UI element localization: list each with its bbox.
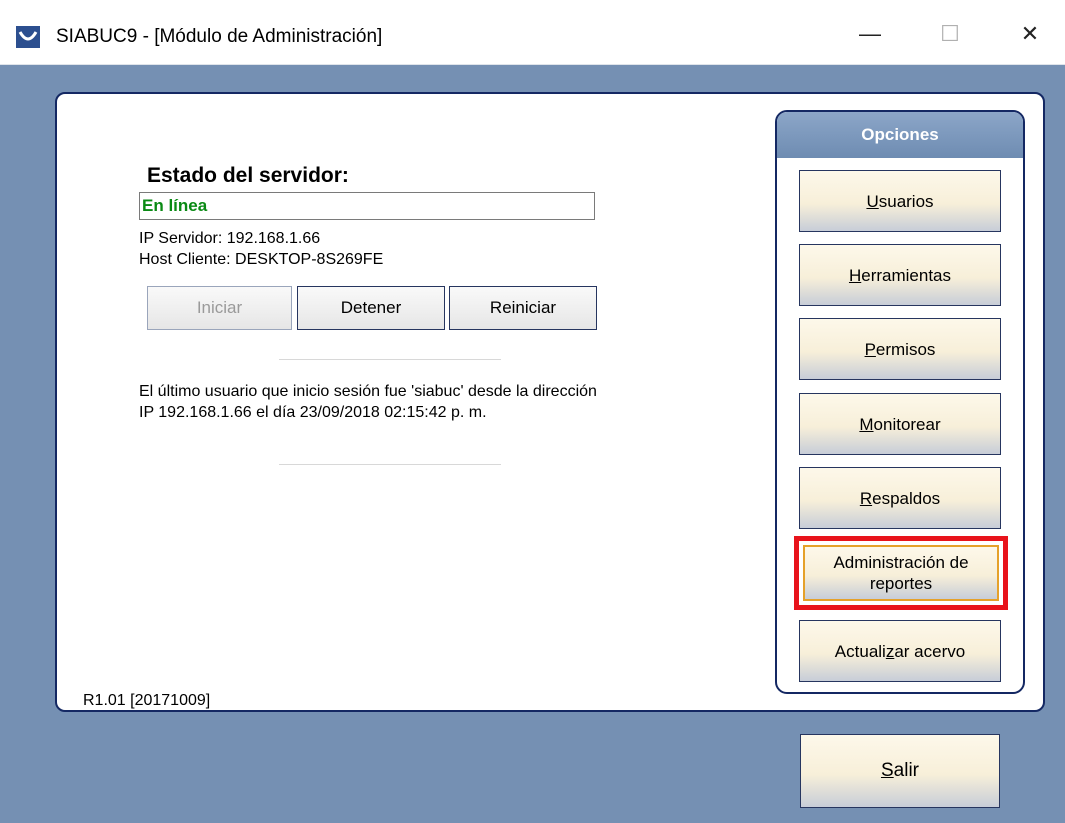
backups-label: Respaldos xyxy=(859,488,941,508)
close-icon: ✕ xyxy=(1020,21,1040,46)
monitor-label: Monitorear xyxy=(859,414,941,434)
update-collection-label: Actualizar acervo xyxy=(834,641,966,661)
stop-label: Detener xyxy=(340,298,402,317)
server-status-heading: Estado del servidor: xyxy=(147,164,349,187)
last-login-line1: El último usuario que inicio sesión fue … xyxy=(139,383,597,400)
exit-label: Salir xyxy=(880,760,920,781)
stop-server-button[interactable]: Detener xyxy=(297,286,445,330)
server-status-value: En línea xyxy=(142,196,208,215)
maximize-button[interactable]: ☐ xyxy=(920,14,980,54)
options-header: Opciones xyxy=(777,112,1023,158)
window-title: SIABUC9 - [Módulo de Administración] xyxy=(56,26,383,47)
last-login-line2: IP 192.168.1.66 el día 23/09/2018 02:15:… xyxy=(139,404,487,421)
report-admin-label: Administración de reportes xyxy=(833,553,969,593)
minimize-button[interactable]: — xyxy=(840,14,900,54)
permissions-button[interactable]: Permisos xyxy=(799,318,1001,380)
close-button[interactable]: ✕ xyxy=(1000,14,1060,54)
users-button[interactable]: Usuarios xyxy=(799,170,1001,232)
title-bar: SIABUC9 - [Módulo de Administración] — ☐… xyxy=(0,0,1065,65)
start-server-button[interactable]: Iniciar xyxy=(147,286,292,330)
tools-button[interactable]: Herramientas xyxy=(799,244,1001,306)
divider-bottom xyxy=(279,464,501,465)
app-icon xyxy=(16,26,40,48)
server-status-field: En línea xyxy=(139,192,595,220)
maximize-icon: ☐ xyxy=(940,21,960,46)
update-collection-button[interactable]: Actualizar acervo xyxy=(799,620,1001,682)
monitor-button[interactable]: Monitorear xyxy=(799,393,1001,455)
report-admin-button[interactable]: Administración de reportes xyxy=(794,536,1008,610)
version-label: R1.01 [20171009] xyxy=(83,692,211,709)
restart-label: Reiniciar xyxy=(489,298,557,317)
server-ip: IP Servidor: 192.168.1.66 xyxy=(139,230,321,247)
exit-button[interactable]: Salir xyxy=(800,734,1000,808)
last-login-info: El último usuario que inicio sesión fue … xyxy=(139,381,739,423)
users-label: Usuarios xyxy=(866,191,934,211)
options-panel: Opciones Usuarios Herramientas Permisos … xyxy=(775,110,1025,694)
backups-button[interactable]: Respaldos xyxy=(799,467,1001,529)
restart-server-button[interactable]: Reiniciar xyxy=(449,286,597,330)
client-host: Host Cliente: DESKTOP-8S269FE xyxy=(139,251,384,268)
start-label: Iniciar xyxy=(196,298,243,317)
minimize-icon: — xyxy=(859,21,881,46)
divider-top xyxy=(279,359,501,360)
permissions-label: Permisos xyxy=(864,339,936,359)
tools-label: Herramientas xyxy=(848,265,952,285)
